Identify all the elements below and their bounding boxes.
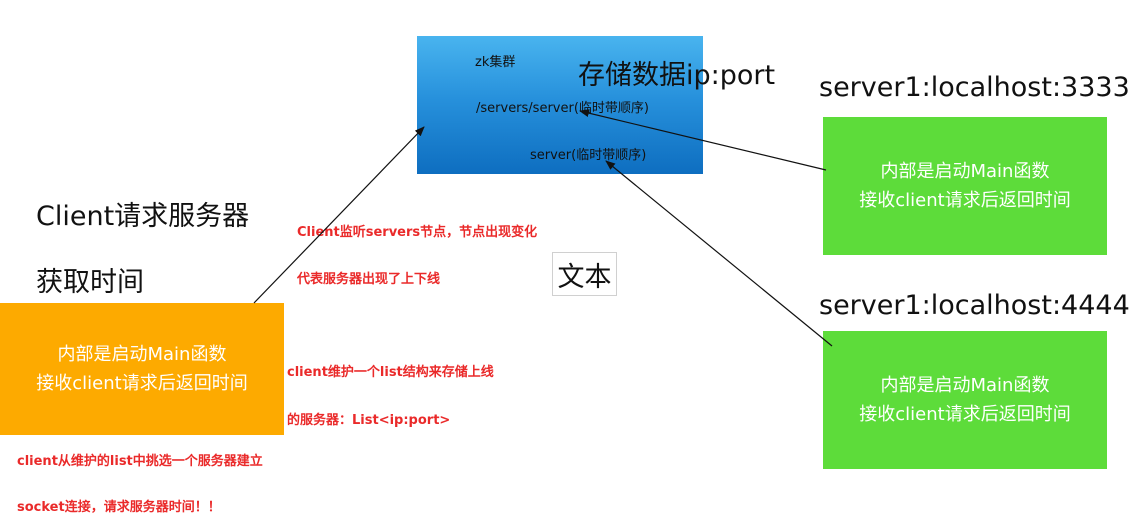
connector-arrows: [253, 109, 833, 347]
server-4444-to-zk-arrow: [605, 160, 833, 347]
server-3333-to-zk-arrow: [579, 109, 827, 171]
client-to-zk-arrow: [253, 126, 425, 304]
